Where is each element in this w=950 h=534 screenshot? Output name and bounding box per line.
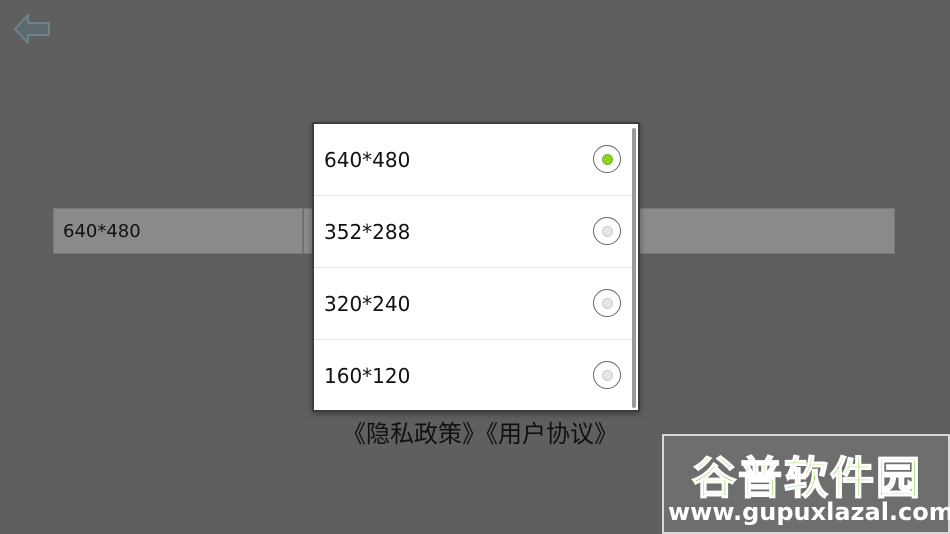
user-agreement-link[interactable]: 《用户协议》 xyxy=(486,420,618,448)
radio-dot xyxy=(601,297,613,309)
radio-button[interactable] xyxy=(593,217,621,245)
watermark-url: www.gupuxlazal.com xyxy=(668,498,950,526)
resolution-option-label: 640*480 xyxy=(324,148,411,172)
resolution-option[interactable]: 320*240 xyxy=(314,268,638,340)
arrow-left-icon xyxy=(14,14,50,44)
radio-button[interactable] xyxy=(593,289,621,317)
privacy-policy-link[interactable]: 《隐私政策》 xyxy=(342,420,486,448)
resolution-option-label: 352*288 xyxy=(324,220,411,244)
resolution-option[interactable]: 352*288 xyxy=(314,196,638,268)
radio-dot xyxy=(601,153,613,165)
resolution-option[interactable]: 160*120 xyxy=(314,340,638,410)
resolution-option-label: 160*120 xyxy=(324,364,411,388)
resolution-field[interactable]: 640*480 xyxy=(53,208,303,254)
radio-dot xyxy=(601,369,613,381)
footer-links: 《隐私政策》《用户协议》 xyxy=(320,414,640,449)
radio-button[interactable] xyxy=(593,145,621,173)
radio-dot xyxy=(601,225,613,237)
resolution-option-label: 320*240 xyxy=(324,292,411,316)
back-button[interactable] xyxy=(12,12,52,46)
resolution-picker-dialog: 640*480 352*288 320*240 160*120 xyxy=(312,122,640,412)
dialog-scrollbar[interactable] xyxy=(632,128,636,408)
radio-button[interactable] xyxy=(593,361,621,389)
resolution-option[interactable]: 640*480 xyxy=(314,124,638,196)
watermark-brand: 谷普软件园 xyxy=(691,452,922,505)
watermark-logo: 谷普软件园 www.gupuxlazal.com xyxy=(662,434,950,534)
